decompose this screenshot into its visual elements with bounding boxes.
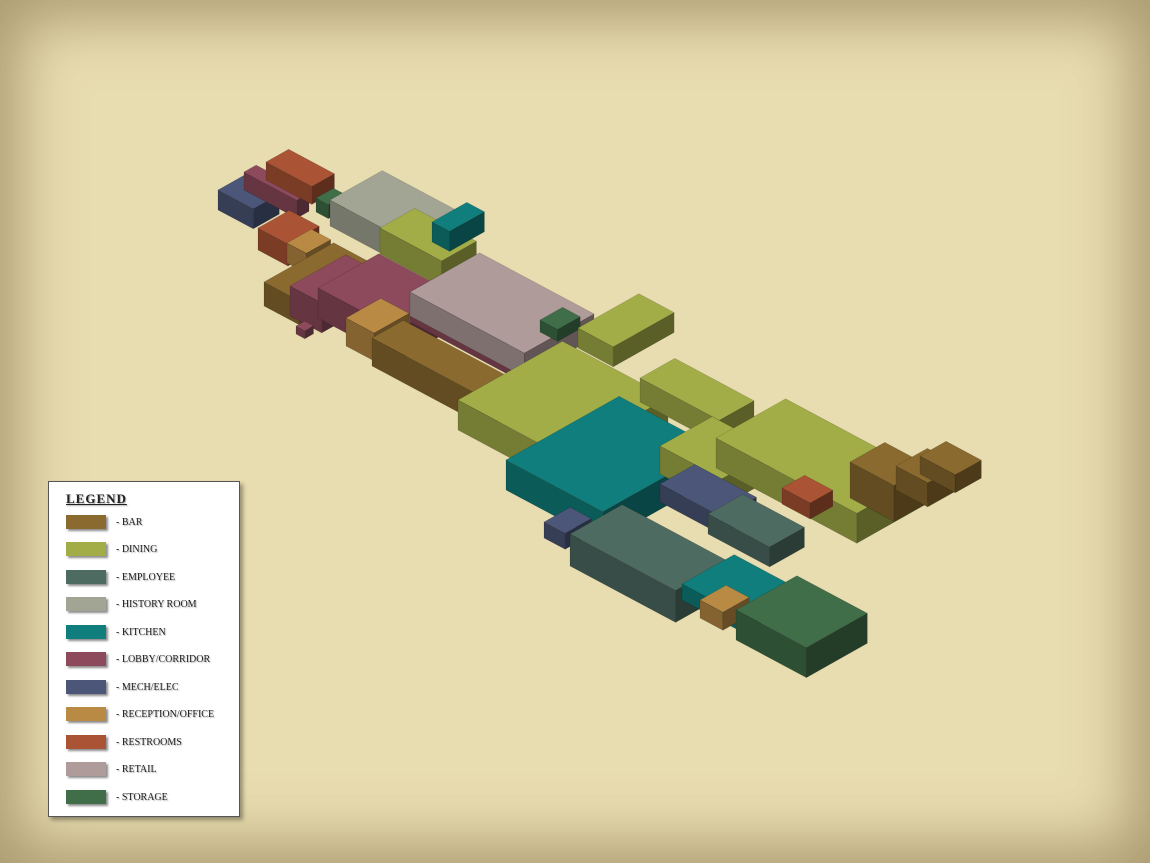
swatch-storage [66,790,106,804]
legend-item-storage: - STORAGE [66,789,168,805]
swatch-restrooms [66,735,106,749]
swatch-history-room [66,597,106,611]
legend-label-restrooms: - RESTROOMS [116,736,182,748]
legend-title: LEGEND [66,491,127,506]
swatch-employee [66,570,106,584]
legend-label-employee: - EMPLOYEE [116,571,176,583]
legend-item-dining: - DINING [66,541,157,557]
legend-label-bar: - BAR [116,516,143,528]
swatch-kitchen [66,625,106,639]
legend-label-retail: - RETAIL [116,763,157,775]
legend-item-mech-elec: - MECH/ELEC [66,679,179,695]
legend-label-mech-elec: - MECH/ELEC [116,681,179,693]
swatch-retail [66,762,106,776]
swatch-dining [66,542,106,556]
legend-item-retail: - RETAIL [66,761,157,777]
legend-item-kitchen: - KITCHEN [66,624,166,640]
legend-label-lobby-corridor: - LOBBY/CORRIDOR [116,653,211,665]
swatch-reception-office [66,707,106,721]
legend-label-storage: - STORAGE [116,791,168,803]
legend-label-reception-office: - RECEPTION/OFFICE [116,708,215,720]
swatch-lobby-corridor [66,652,106,666]
swatch-bar [66,515,106,529]
swatch-mech-elec [66,680,106,694]
legend-item-history-room: - HISTORY ROOM [66,596,197,612]
legend-label-dining: - DINING [116,543,158,555]
legend-item-reception-office: - RECEPTION/OFFICE [66,706,214,722]
legend-item-lobby-corridor: - LOBBY/CORRIDOR [66,651,210,667]
legend-label-history-room: - HISTORY ROOM [116,598,197,610]
legend-item-restrooms: - RESTROOMS [66,734,182,750]
legend-item-bar: - BAR [66,514,142,530]
legend-box: LEGEND - BAR - DINING - EMPLOYEE - HISTO… [48,481,240,817]
legend-label-kitchen: - KITCHEN [116,626,166,638]
legend-item-employee: - EMPLOYEE [66,569,175,585]
